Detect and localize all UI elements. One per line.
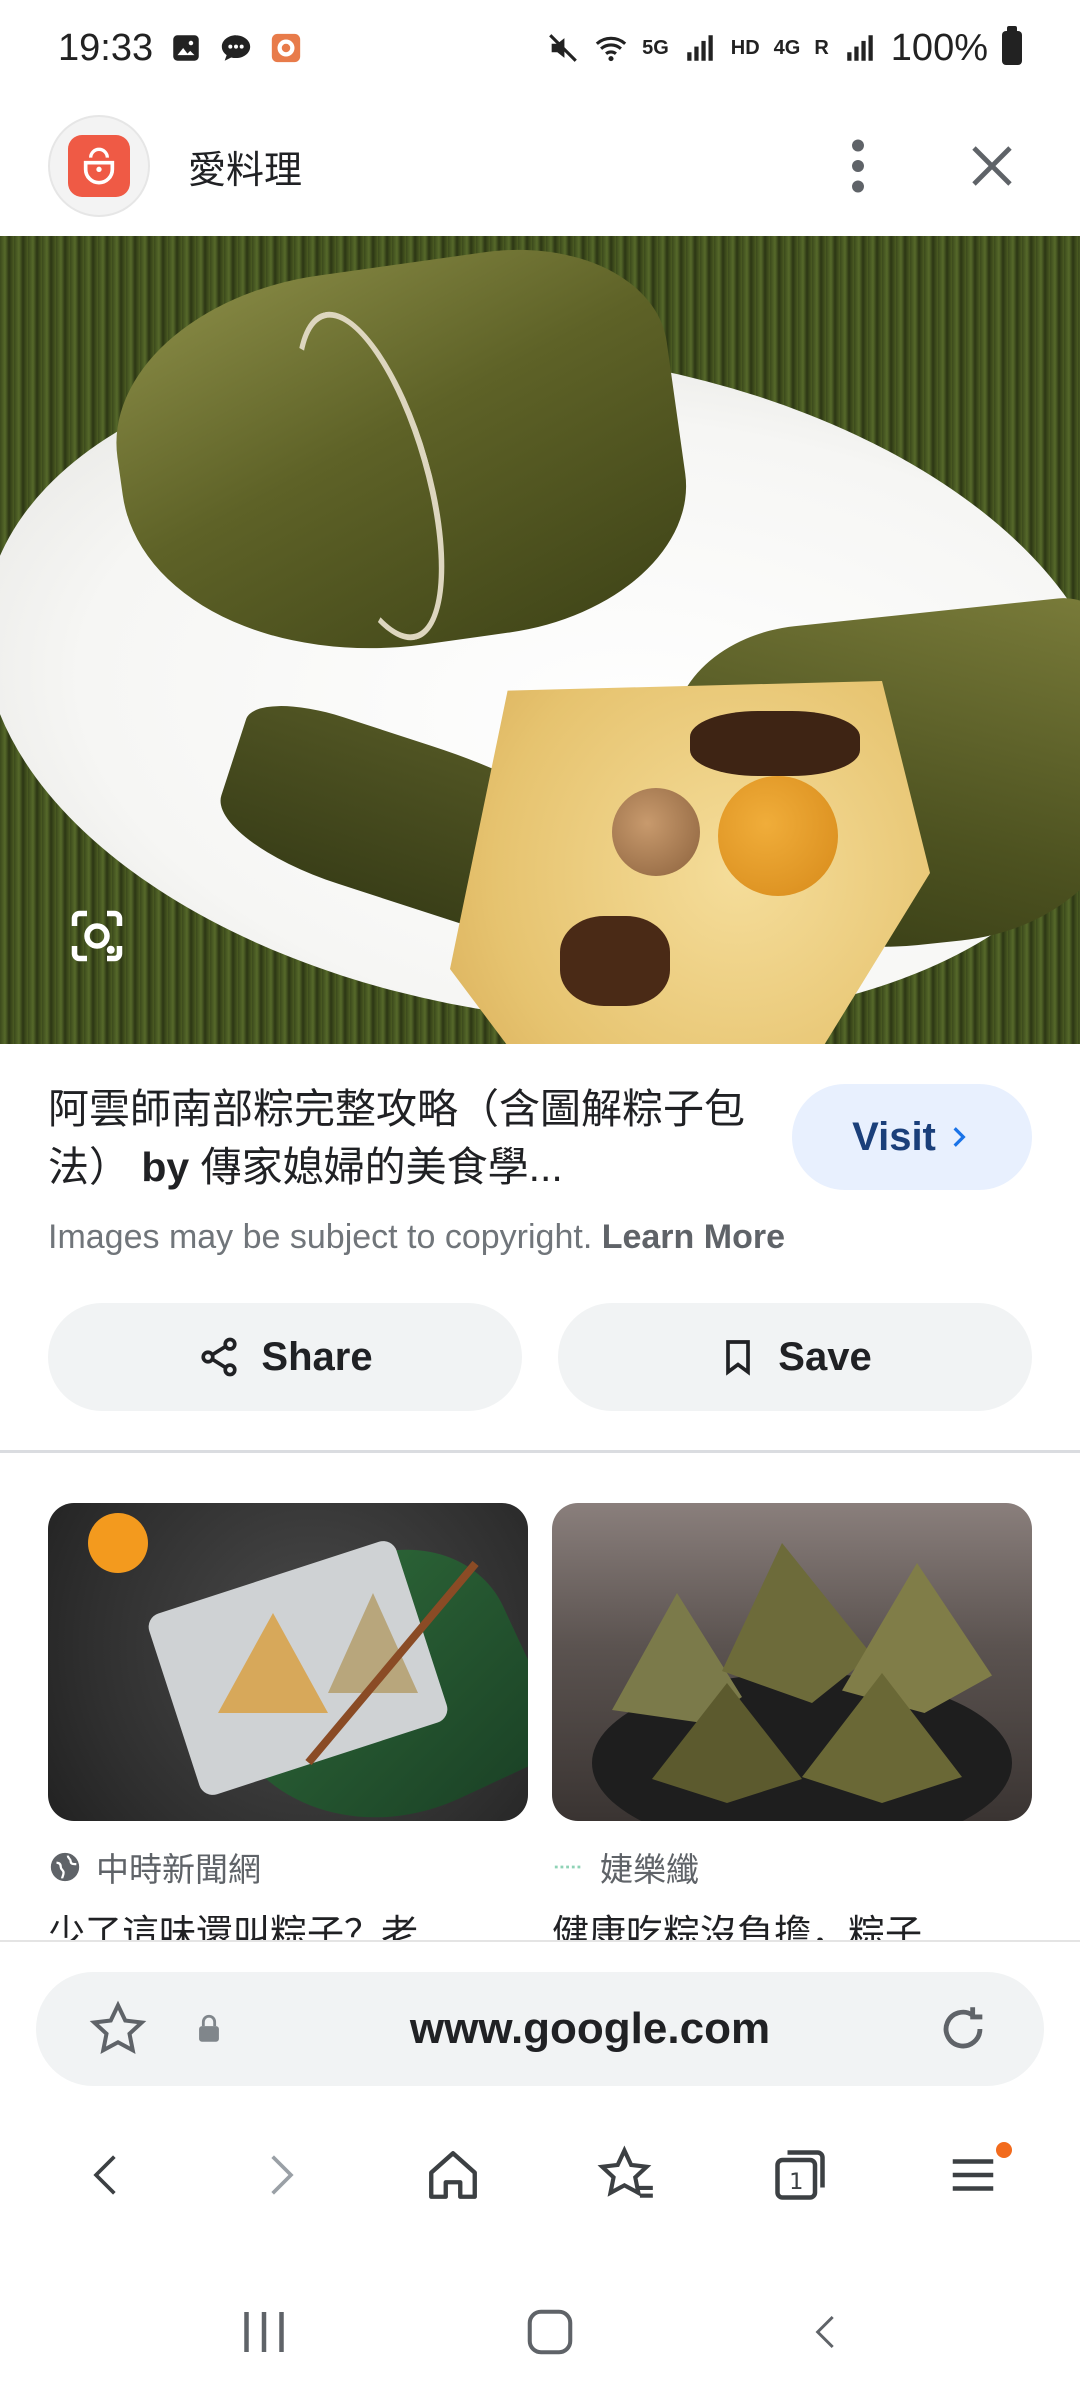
share-icon <box>201 1337 238 1377</box>
system-navigation-bar <box>0 2282 1080 2382</box>
related-thumbnail-2[interactable] <box>552 1503 1032 1821</box>
svg-text:1: 1 <box>789 2169 803 2195</box>
share-button[interactable]: Share <box>48 1303 522 1411</box>
copyright-notice: Images may be subject to copyright. Lear… <box>0 1196 1080 1257</box>
lens-icon <box>71 910 123 962</box>
network-4g-label: 4G <box>773 36 801 59</box>
hero-image-zongzi[interactable] <box>0 236 1080 1044</box>
meat-shape-2 <box>560 916 670 1006</box>
related-thumbnail-1[interactable] <box>48 1503 528 1821</box>
home-icon <box>429 2151 478 2199</box>
related-source: 中時新聞網 <box>96 1851 261 1888</box>
related-images-grid: 中時新聞網 少了這味還叫粽子？老... 婕樂纖 健康吃粽沒負擔，粽子... <box>48 1503 1032 1951</box>
signal-icon-2 <box>847 35 873 61</box>
globe-icon <box>50 1852 80 1882</box>
egg-yolk-shape <box>718 776 838 896</box>
related-source: 婕樂纖 <box>600 1851 699 1888</box>
gallery-icon <box>173 35 199 61</box>
lock-icon <box>199 2014 219 2042</box>
home-nav-icon[interactable] <box>523 2305 577 2359</box>
site-logo-icon <box>554 1865 584 1869</box>
signal-icon <box>687 35 713 61</box>
status-bar: 19:33 5G HD 4G R 100% <box>0 0 1080 96</box>
related-card[interactable]: 中時新聞網 少了這味還叫粽子？老... <box>48 1503 528 1951</box>
section-divider <box>0 1450 1080 1453</box>
cooking-pot-icon <box>68 135 130 197</box>
menu-icon <box>953 2159 994 2191</box>
visit-button[interactable]: Visit <box>792 1084 1032 1190</box>
notification-dot <box>996 2142 1013 2158</box>
related-card[interactable]: 婕樂纖 健康吃粽沒負擔，粽子... <box>552 1503 1032 1951</box>
tabs-icon: 1 <box>775 2150 825 2200</box>
forward-button[interactable] <box>235 2130 325 2220</box>
app-header: 愛料理 <box>0 96 1080 236</box>
browser-bottom-bar: www.google.com 1 <box>0 1940 1080 2400</box>
bookmark-icon <box>726 1340 751 1376</box>
close-icon[interactable] <box>968 142 1016 190</box>
forward-arrow-icon <box>271 2155 294 2195</box>
app-notification-icon <box>271 33 301 63</box>
menu-button[interactable] <box>928 2130 1018 2220</box>
mute-icon <box>549 34 577 62</box>
battery-icon <box>1002 26 1022 65</box>
network-roaming-label: R <box>814 36 829 59</box>
tabs-button[interactable]: 1 <box>755 2130 845 2220</box>
star-icon[interactable] <box>88 1999 148 2059</box>
result-info: 阿雲師南部粽完整攻略（含圖解粽子包法） by 傳家媳婦的美食學... Visit… <box>0 1044 1080 1411</box>
google-lens-button[interactable] <box>62 901 132 971</box>
app-logo[interactable] <box>48 115 150 217</box>
wifi-icon <box>595 36 627 62</box>
result-title-source: 傳家媳婦的美食學... <box>200 1144 563 1190</box>
chevron-right-icon <box>953 1127 966 1147</box>
copyright-text: Images may be subject to copyright. <box>48 1218 602 1256</box>
url-bar[interactable]: www.google.com <box>36 1972 1044 2086</box>
learn-more-link[interactable]: Learn More <box>602 1218 785 1256</box>
clock: 19:33 <box>58 26 154 69</box>
back-nav-icon[interactable] <box>806 2305 846 2359</box>
bookmarks-button[interactable] <box>582 2130 672 2220</box>
url-text[interactable]: www.google.com <box>246 2004 934 2054</box>
bookmarks-star-icon <box>597 2145 653 2198</box>
share-label: Share <box>261 1334 373 1379</box>
network-5g-label: 5G <box>642 36 669 59</box>
message-icon <box>221 35 251 61</box>
save-label: Save <box>778 1334 872 1379</box>
network-hd-label: HD <box>730 36 760 59</box>
app-title: 愛料理 <box>188 149 303 192</box>
back-button[interactable] <box>62 2130 152 2220</box>
result-title-by: by <box>130 1144 201 1190</box>
reload-icon[interactable] <box>934 2000 992 2058</box>
save-button[interactable]: Save <box>558 1303 1032 1411</box>
chestnut-shape <box>612 788 700 876</box>
result-title[interactable]: 阿雲師南部粽完整攻略（含圖解粽子包法） by 傳家媳婦的美食學... <box>48 1080 748 1196</box>
more-options-icon[interactable] <box>848 138 868 194</box>
back-arrow-icon <box>93 2155 116 2195</box>
battery-percent: 100% <box>890 26 988 69</box>
meat-shape <box>690 711 860 776</box>
home-button[interactable] <box>408 2130 498 2220</box>
recent-apps-icon[interactable] <box>234 2307 294 2357</box>
visit-label: Visit <box>852 1114 936 1159</box>
